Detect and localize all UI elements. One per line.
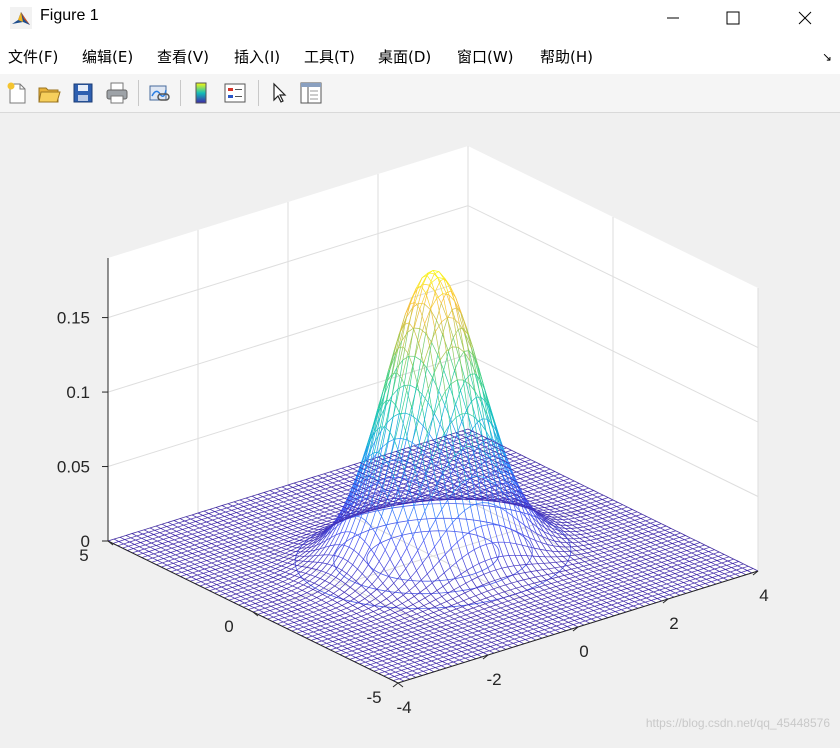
save-icon[interactable] bbox=[70, 80, 96, 106]
toolbar-separator bbox=[138, 80, 139, 106]
menu-bar: 文件(F) 编辑(E) 查看(V) 插入(I) 工具(T) 桌面(D) 窗口(W… bbox=[0, 36, 840, 74]
maximize-button[interactable] bbox=[710, 0, 756, 36]
mesh-line-y bbox=[399, 413, 405, 414]
menu-view[interactable]: 查看(V) bbox=[157, 46, 209, 67]
menu-tools[interactable]: 工具(T) bbox=[304, 46, 355, 67]
minimize-button[interactable] bbox=[650, 0, 696, 36]
close-button[interactable] bbox=[782, 0, 828, 36]
menu-edit[interactable]: 编辑(E) bbox=[82, 46, 133, 67]
mesh-line-x bbox=[298, 544, 303, 545]
mesh-line-x bbox=[329, 555, 334, 556]
print-icon[interactable] bbox=[104, 80, 130, 106]
mesh-line-y bbox=[543, 510, 549, 511]
mesh-line-y bbox=[558, 517, 564, 518]
edit-plot-icon[interactable] bbox=[266, 80, 292, 106]
mesh-line-y bbox=[548, 512, 554, 513]
dock-arrow-icon[interactable]: ↘ bbox=[822, 50, 832, 64]
menu-desktop[interactable]: 桌面(D) bbox=[378, 46, 431, 67]
menu-window[interactable]: 窗口(W) bbox=[457, 46, 514, 67]
mesh-line-y bbox=[574, 538, 580, 539]
insert-legend-icon[interactable] bbox=[222, 80, 248, 106]
matlab-icon bbox=[10, 7, 32, 29]
toolbar bbox=[0, 74, 840, 113]
open-file-icon[interactable] bbox=[36, 80, 62, 106]
mesh-line-y bbox=[563, 519, 569, 520]
toolbar-separator bbox=[258, 80, 259, 106]
window-title: Figure 1 bbox=[40, 7, 99, 25]
mesh-line-y bbox=[452, 347, 458, 348]
maximize-icon bbox=[726, 11, 740, 25]
close-icon bbox=[798, 11, 812, 25]
mesh-line-y bbox=[414, 328, 420, 329]
title-bar: Figure 1 bbox=[0, 0, 840, 36]
mesh-line-x bbox=[314, 555, 319, 556]
mesh-line-y bbox=[571, 528, 577, 529]
toolbar-separator bbox=[180, 80, 181, 106]
surface-plot[interactable]: -4-2024-50500.050.10.15 bbox=[0, 113, 840, 744]
figure-canvas: -4-2024-50500.050.10.15 bbox=[0, 113, 840, 744]
property-inspector-icon[interactable] bbox=[298, 80, 324, 106]
menu-file[interactable]: 文件(F) bbox=[8, 46, 58, 67]
link-plot-icon[interactable] bbox=[146, 80, 172, 106]
menu-help[interactable]: 帮助(H) bbox=[540, 46, 593, 67]
new-figure-icon[interactable] bbox=[4, 80, 30, 106]
mesh-line-y bbox=[573, 542, 579, 543]
minimize-icon bbox=[666, 11, 680, 25]
menu-insert[interactable]: 插入(I) bbox=[234, 46, 280, 67]
insert-colorbar-icon[interactable] bbox=[188, 80, 214, 106]
